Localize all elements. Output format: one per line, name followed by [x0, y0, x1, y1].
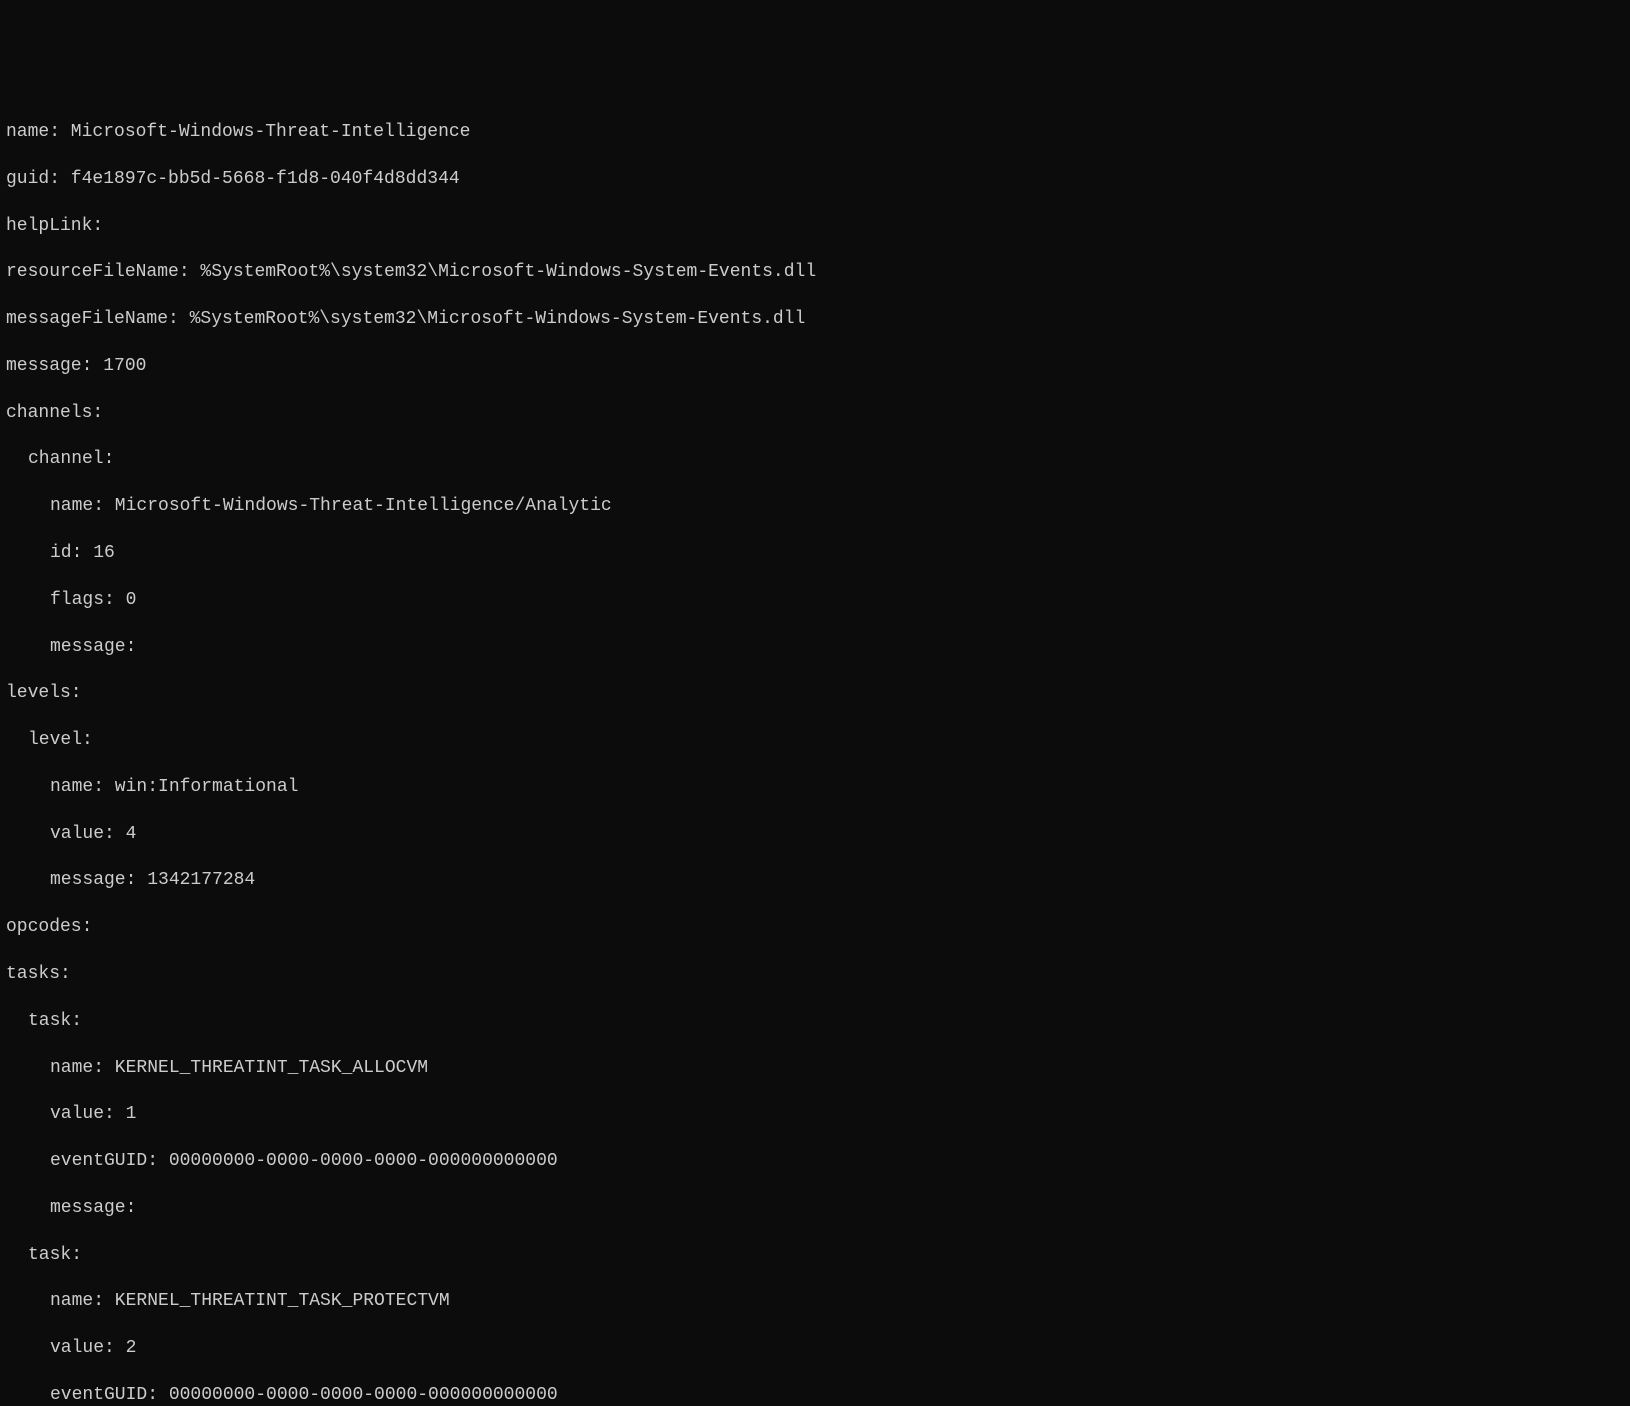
output-line-helplink: helpLink: — [6, 215, 1630, 238]
output-line-task-eventguid: eventGUID: 00000000-0000-0000-0000-00000… — [6, 1150, 1630, 1173]
output-line-channel-flags: flags: 0 — [6, 589, 1630, 612]
output-line-task-value: value: 2 — [6, 1337, 1630, 1360]
output-line-task-name: name: KERNEL_THREATINT_TASK_PROTECTVM — [6, 1290, 1630, 1313]
output-line-level: level: — [6, 729, 1630, 752]
output-line-level-message: message: 1342177284 — [6, 869, 1630, 892]
output-line-channels: channels: — [6, 402, 1630, 425]
output-line-channel: channel: — [6, 448, 1630, 471]
terminal-output: name: Microsoft-Windows-Threat-Intellige… — [6, 98, 1630, 1406]
output-line-task-eventguid: eventGUID: 00000000-0000-0000-0000-00000… — [6, 1384, 1630, 1406]
output-line-name: name: Microsoft-Windows-Threat-Intellige… — [6, 121, 1630, 144]
output-line-messagefilename: messageFileName: %SystemRoot%\system32\M… — [6, 308, 1630, 331]
output-line-task-name: name: KERNEL_THREATINT_TASK_ALLOCVM — [6, 1057, 1630, 1080]
output-line-level-name: name: win:Informational — [6, 776, 1630, 799]
output-line-tasks: tasks: — [6, 963, 1630, 986]
output-line-level-value: value: 4 — [6, 823, 1630, 846]
output-line-levels: levels: — [6, 682, 1630, 705]
output-line-opcodes: opcodes: — [6, 916, 1630, 939]
output-line-task: task: — [6, 1010, 1630, 1033]
output-line-channel-id: id: 16 — [6, 542, 1630, 565]
output-line-task-message: message: — [6, 1197, 1630, 1220]
output-line-guid: guid: f4e1897c-bb5d-5668-f1d8-040f4d8dd3… — [6, 168, 1630, 191]
output-line-channel-name: name: Microsoft-Windows-Threat-Intellige… — [6, 495, 1630, 518]
output-line-channel-message: message: — [6, 636, 1630, 659]
output-line-task: task: — [6, 1244, 1630, 1267]
output-line-resourcefilename: resourceFileName: %SystemRoot%\system32\… — [6, 261, 1630, 284]
output-line-message: message: 1700 — [6, 355, 1630, 378]
output-line-task-value: value: 1 — [6, 1103, 1630, 1126]
